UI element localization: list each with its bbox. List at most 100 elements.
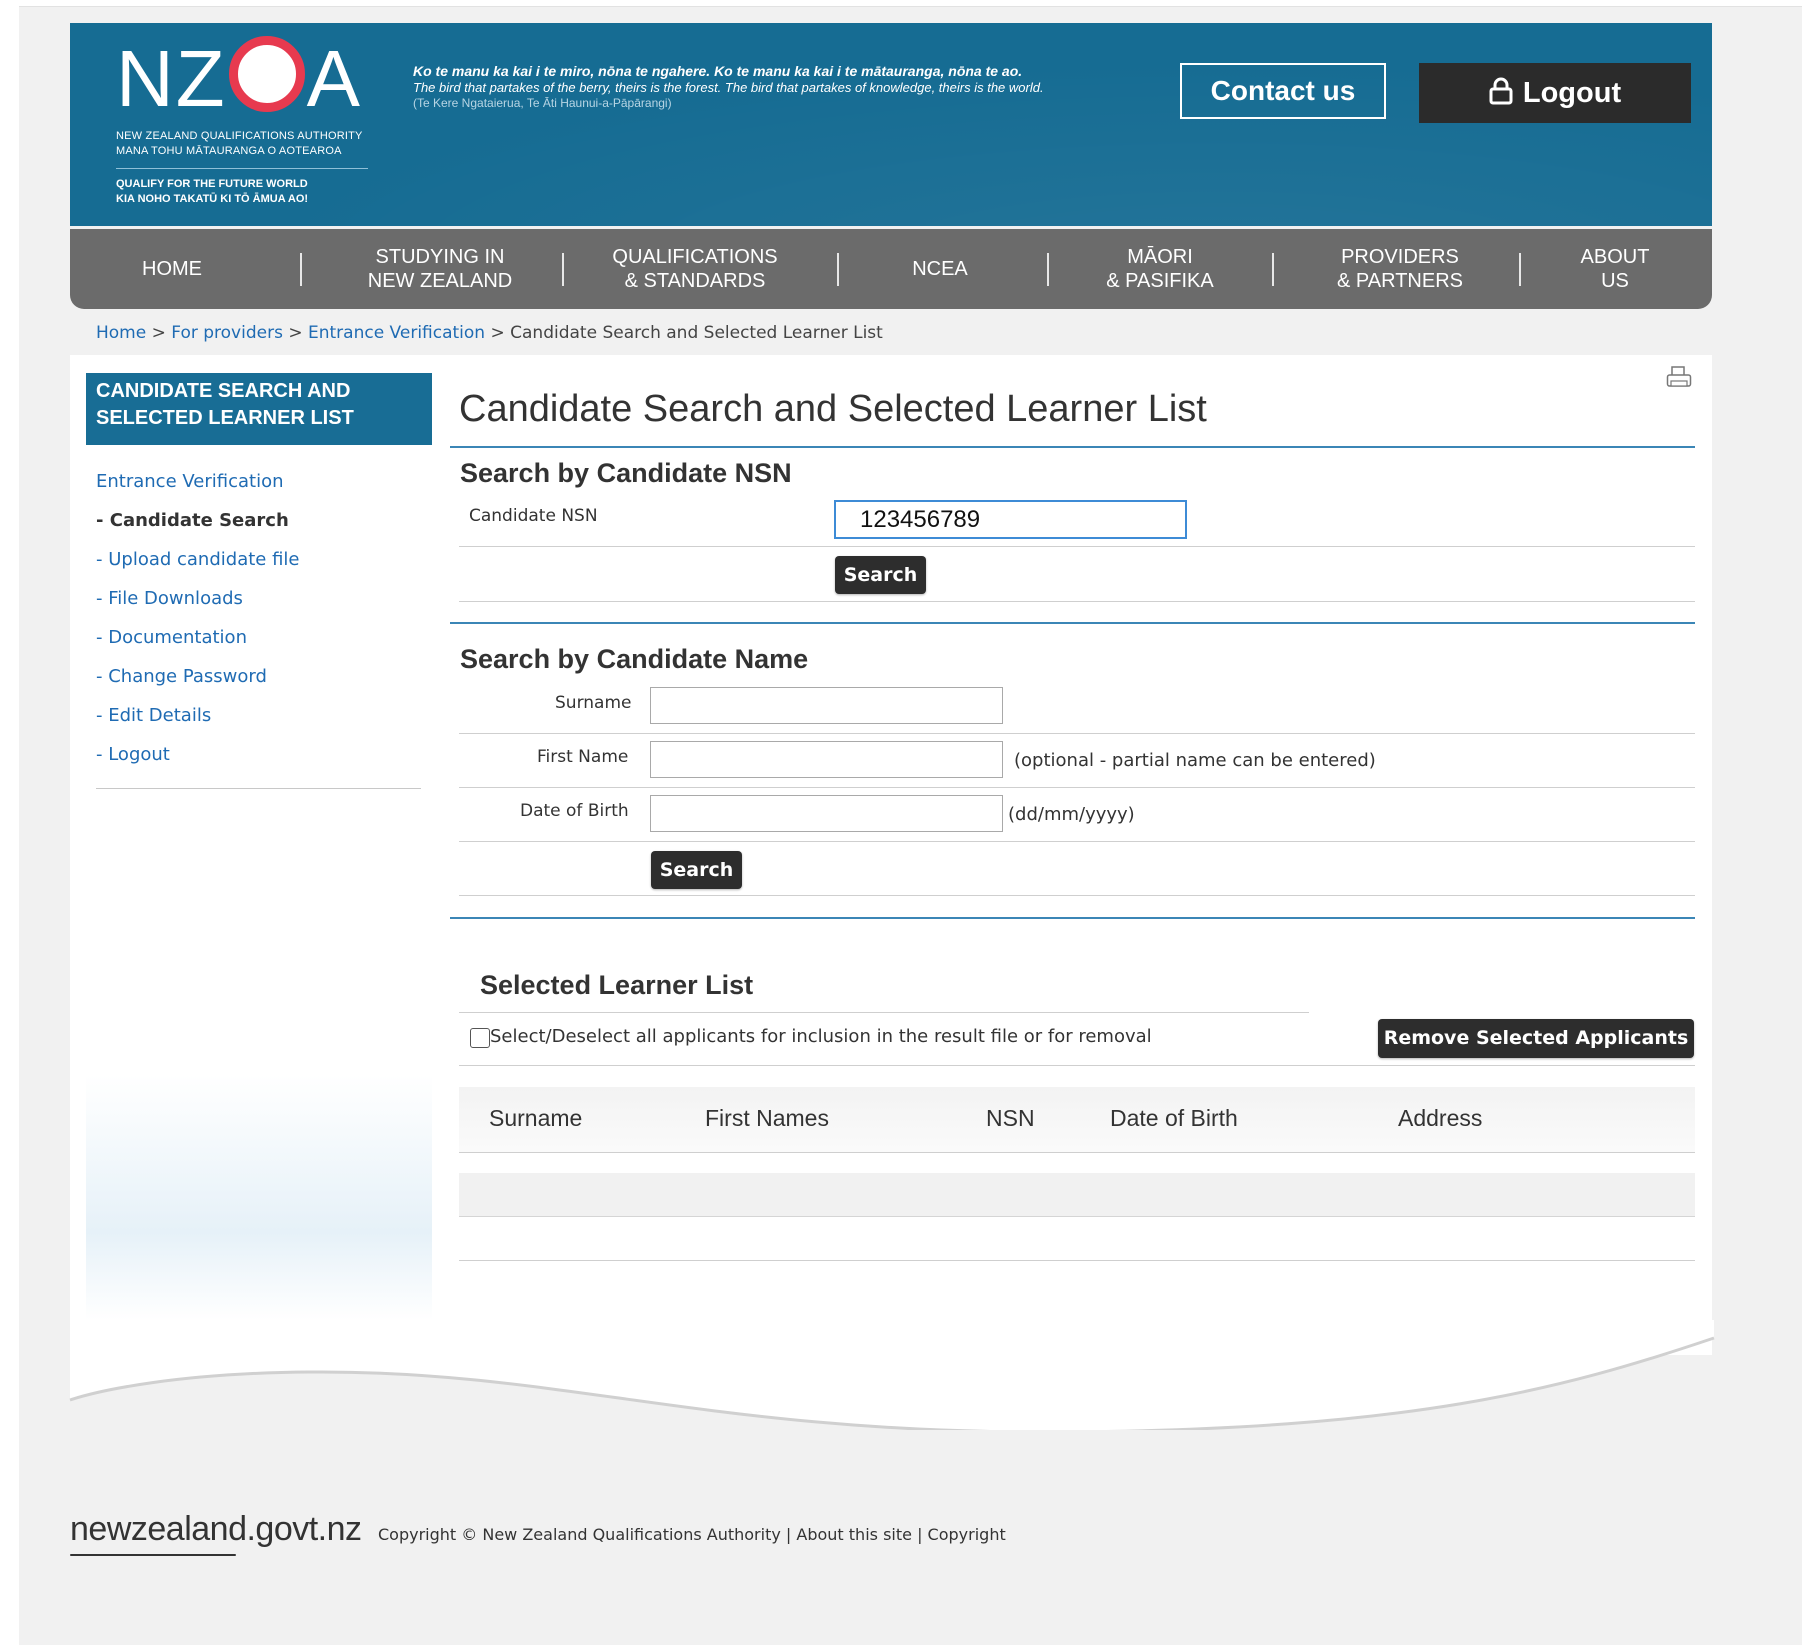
nav-item-qualifications[interactable]: QUALIFICATIONS & STANDARDS xyxy=(595,229,795,309)
first-name-label: First Name xyxy=(537,747,629,767)
footer-copyright: Copyright © New Zealand Qualifications A… xyxy=(378,1525,781,1544)
header-proverb: Ko te manu ka kai i te miro, nōna te nga… xyxy=(413,63,1133,110)
nav-item-providers[interactable]: PROVIDERS & PARTNERS xyxy=(1320,229,1480,309)
nav-item-studying[interactable]: STUDYING IN NEW ZEALAND xyxy=(345,229,535,309)
footer-separator: | xyxy=(917,1525,923,1544)
footer-logo-underline xyxy=(70,1554,236,1556)
breadcrumb-current: Candidate Search and Selected Learner Li… xyxy=(510,323,883,343)
learner-list-heading: Selected Learner List xyxy=(480,970,754,1000)
logout-label: Logout xyxy=(1522,77,1622,109)
logo-subtitle: NEW ZEALAND QUALIFICATIONS AUTHORITY MAN… xyxy=(116,129,363,159)
proverb-english: The bird that partakes of the berry, the… xyxy=(413,80,1044,95)
title-divider xyxy=(450,446,1695,448)
page-wave-edge xyxy=(69,1320,1715,1430)
learner-list-divider xyxy=(459,1012,1309,1013)
logo-tagline: QUALIFY FOR THE FUTURE WORLD KIA NOHO TA… xyxy=(116,177,308,207)
breadcrumb-providers[interactable]: For providers xyxy=(171,323,283,343)
column-header-nsn[interactable]: NSN xyxy=(986,1105,1035,1132)
footer-about-link[interactable]: About this site xyxy=(796,1525,912,1544)
surname-label: Surname xyxy=(555,693,632,713)
form-row-divider xyxy=(459,546,1695,547)
sidebar-item-change-password[interactable]: - Change Password xyxy=(96,662,300,701)
table-bottom-rule xyxy=(459,1260,1695,1261)
form-row-divider xyxy=(459,841,1695,842)
form-row-divider xyxy=(459,601,1695,602)
main-nav: HOME STUDYING IN NEW ZEALAND QUALIFICATI… xyxy=(70,229,1712,309)
contact-us-button[interactable]: Contact us xyxy=(1180,63,1386,119)
print-icon[interactable] xyxy=(1666,366,1692,394)
first-name-hint: (optional - partial name can be entered) xyxy=(1014,750,1376,771)
form-row-divider xyxy=(459,733,1695,734)
breadcrumb: Home > For providers > Entrance Verifica… xyxy=(96,323,883,343)
sidebar-item-file-downloads[interactable]: - File Downloads xyxy=(96,584,300,623)
sidebar-item-logout[interactable]: - Logout xyxy=(96,740,300,779)
sidebar-divider xyxy=(96,788,421,789)
nzqa-logo[interactable]: NZ A xyxy=(116,33,362,125)
newzealand-govt-logo[interactable]: newzealand.govt.nz xyxy=(70,1510,362,1556)
column-header-surname[interactable]: Surname xyxy=(489,1105,582,1132)
nav-separator xyxy=(1047,253,1049,286)
proverb-source: (Te Kere Ngataierua, Te Āti Haunui-a-Pāp… xyxy=(413,96,672,110)
footer-logo-text: newzealand.govt.nz xyxy=(70,1510,362,1548)
nav-item-ncea[interactable]: NCEA xyxy=(890,229,990,309)
breadcrumb-entrance-verification[interactable]: Entrance Verification xyxy=(308,323,485,343)
nsn-input[interactable] xyxy=(834,500,1187,539)
nav-separator xyxy=(1519,253,1521,286)
breadcrumb-home[interactable]: Home xyxy=(96,323,146,343)
footer-separator: | xyxy=(785,1525,792,1544)
logo-tagline-line: KIA NOHO TAKATŪ KI TŌ ĀMUA AO! xyxy=(116,193,309,205)
name-search-button[interactable]: Search xyxy=(651,851,742,889)
section-divider xyxy=(450,622,1695,624)
sidebar-item-candidate-search[interactable]: - Candidate Search xyxy=(96,506,300,545)
breadcrumb-separator: > xyxy=(151,323,166,343)
page-title: Candidate Search and Selected Learner Li… xyxy=(459,388,1207,430)
nsn-section-heading: Search by Candidate NSN xyxy=(460,458,792,488)
nav-separator xyxy=(837,253,839,286)
nav-item-about[interactable]: ABOUT US xyxy=(1560,229,1670,309)
sidebar-item-entrance-verification[interactable]: Entrance Verification xyxy=(96,467,300,506)
site-header: NZ A NEW ZEALAND QUALIFICATIONS AUTHORITY… xyxy=(70,23,1712,226)
lock-icon xyxy=(1489,66,1513,126)
logo-divider xyxy=(116,168,368,169)
nav-separator xyxy=(562,253,564,286)
table-row xyxy=(459,1173,1695,1217)
dob-hint: (dd/mm/yyyy) xyxy=(1008,804,1135,825)
sidebar-heading: CANDIDATE SEARCH AND SELECTED LEARNER LI… xyxy=(86,373,432,445)
form-row-divider xyxy=(459,895,1695,896)
logout-button[interactable]: Logout xyxy=(1419,63,1691,123)
sidebar-item-documentation[interactable]: - Documentation xyxy=(96,623,300,662)
sidebar-links: Entrance Verification - Candidate Search… xyxy=(96,467,300,779)
learner-table-header xyxy=(459,1087,1695,1153)
column-header-first-names[interactable]: First Names xyxy=(705,1105,829,1132)
surname-input[interactable] xyxy=(650,687,1003,724)
logo-subtitle-line: MANA TOHU MĀTAURANGA O AOTEAROA xyxy=(116,145,342,157)
remove-selected-button[interactable]: Remove Selected Applicants xyxy=(1378,1019,1694,1058)
column-header-address[interactable]: Address xyxy=(1398,1105,1482,1132)
nsn-label: Candidate NSN xyxy=(469,506,598,526)
first-name-input[interactable] xyxy=(650,741,1003,778)
footer-copyright-link[interactable]: Copyright xyxy=(928,1525,1006,1544)
logo-tagline-line: QUALIFY FOR THE FUTURE WORLD xyxy=(116,178,308,190)
breadcrumb-separator: > xyxy=(490,323,505,343)
nav-separator xyxy=(300,253,302,286)
form-row-divider xyxy=(459,787,1695,788)
learner-list-divider xyxy=(459,1065,1695,1066)
select-all-label: Select/Deselect all applicants for inclu… xyxy=(490,1026,1152,1047)
select-all-checkbox[interactable] xyxy=(470,1028,490,1048)
proverb-maori: Ko te manu ka kai i te miro, nōna te nga… xyxy=(413,63,1023,79)
nsn-search-button[interactable]: Search xyxy=(835,556,926,594)
logo-subtitle-line: NEW ZEALAND QUALIFICATIONS AUTHORITY xyxy=(116,130,363,142)
column-header-dob[interactable]: Date of Birth xyxy=(1110,1105,1238,1132)
breadcrumb-separator: > xyxy=(288,323,303,343)
sidebar-item-upload[interactable]: - Upload candidate file xyxy=(96,545,300,584)
nav-item-maori-pasifika[interactable]: MĀORI & PASIFIKA xyxy=(1090,229,1230,309)
footer-links: Copyright © New Zealand Qualifications A… xyxy=(378,1525,1006,1544)
dob-label: Date of Birth xyxy=(520,801,629,821)
nzqa-logo-q-icon xyxy=(228,36,305,112)
sidebar-item-edit-details[interactable]: - Edit Details xyxy=(96,701,300,740)
nav-separator xyxy=(1272,253,1274,286)
section-divider xyxy=(450,917,1695,919)
dob-input[interactable] xyxy=(650,795,1003,832)
nav-item-home[interactable]: HOME xyxy=(112,229,232,309)
name-section-heading: Search by Candidate Name xyxy=(460,644,809,674)
